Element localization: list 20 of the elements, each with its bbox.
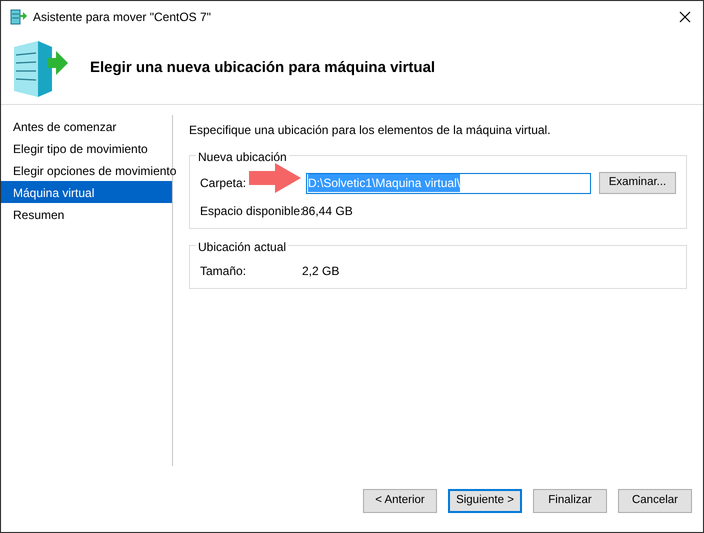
field-value: 2,2 GB <box>302 263 340 280</box>
instruction-text: Especifique una ubicación para los elementos de la máquina virtual. <box>189 122 552 139</box>
browse-button[interactable]: Examinar... <box>599 172 676 194</box>
sidebar-item[interactable]: Resumen <box>1 203 172 225</box>
field-value: 86,44 GB <box>302 203 353 220</box>
wizard-button[interactable]: < Anterior <box>363 489 437 513</box>
wizard-icon <box>10 9 27 25</box>
annotation-arrow <box>249 163 301 193</box>
window-title: Asistente para mover "CentOS 7" <box>33 9 211 26</box>
wizard-button[interactable]: Finalizar <box>533 489 607 513</box>
wizard-button[interactable]: Cancelar <box>618 489 692 513</box>
sidebar-item[interactable]: Máquina virtual <box>1 181 172 203</box>
sidebar-item[interactable]: Antes de comenzar <box>1 115 172 137</box>
sidebar-item[interactable]: Elegir tipo de movimiento <box>1 137 172 159</box>
field-label: Espacio disponible: <box>200 204 304 218</box>
page-title: Elegir una nueva ubicación para máquina virtual <box>90 58 436 78</box>
field-label: Carpeta: <box>200 176 246 190</box>
close-icon[interactable] <box>679 11 691 23</box>
wizard-button[interactable]: Siguiente > <box>448 489 522 513</box>
field-label: Tamaño: <box>200 264 246 278</box>
